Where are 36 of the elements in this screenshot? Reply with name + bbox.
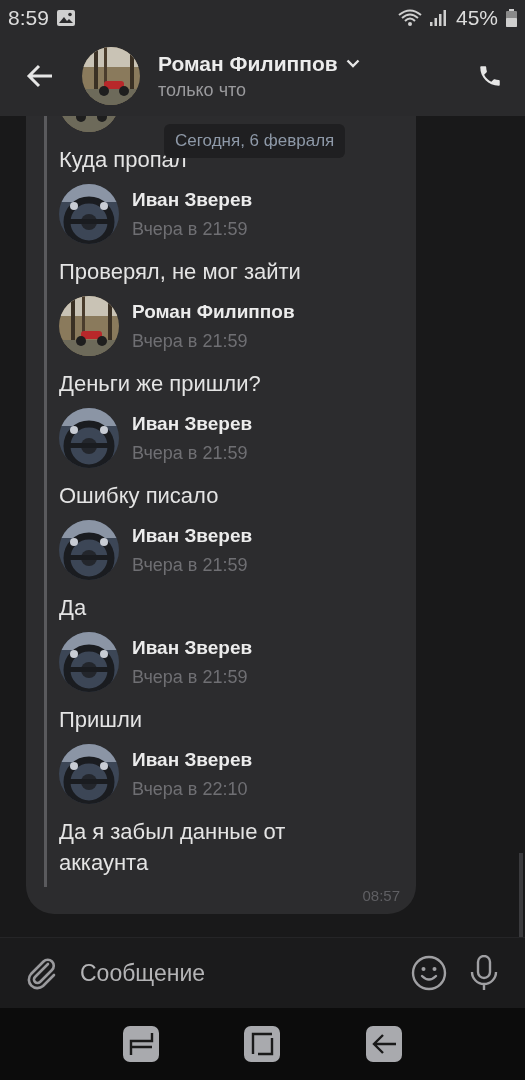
sender-name[interactable]: Иван Зверев: [132, 188, 253, 212]
sender-name[interactable]: Иван Зверев: [132, 748, 253, 772]
sender-name[interactable]: Иван Зверев: [132, 412, 253, 436]
image-icon: [56, 10, 75, 26]
recent-apps-icon[interactable]: [122, 1026, 159, 1062]
battery-icon: [506, 9, 517, 27]
message-time: Вчера в 21:59: [132, 442, 249, 464]
message-time: Вчера в 21:59: [132, 554, 249, 576]
message-input[interactable]: Сообщение: [80, 959, 389, 987]
message-text: Проверял, не мог зайти: [59, 258, 302, 286]
message-text: Пришли: [59, 706, 144, 734]
contact-status: только что: [158, 79, 248, 101]
message-time: Вчера в 21:59: [132, 666, 249, 688]
message-text: Да: [59, 594, 88, 622]
back-icon[interactable]: [26, 64, 54, 88]
contact-name[interactable]: Роман Филиппов: [158, 51, 338, 76]
message-time: Вчера в 21:59: [132, 330, 249, 352]
back-icon[interactable]: [366, 1026, 403, 1062]
sender-name[interactable]: Роман Филиппов: [132, 300, 295, 324]
microphone-icon[interactable]: [469, 955, 499, 991]
status-time: 8:59: [8, 6, 49, 30]
message-text: Деньги же пришли?: [59, 370, 262, 398]
message-text: Ошибку писало: [59, 482, 220, 510]
message-time: Вчера в 22:10: [132, 778, 249, 800]
sender-name[interactable]: Иван Зверев: [132, 636, 253, 660]
emoji-icon[interactable]: [411, 955, 447, 991]
attach-icon[interactable]: [26, 956, 58, 990]
signal-icon: [429, 10, 446, 26]
message-time: Вчера в 21:59: [132, 218, 249, 240]
home-icon[interactable]: [244, 1026, 281, 1062]
phone-icon[interactable]: [477, 63, 503, 89]
message-text: Да я забыл данные от аккаунта: [59, 818, 287, 877]
sender-name[interactable]: Иван Зверев: [132, 524, 253, 548]
wifi-icon: [397, 9, 422, 27]
chevron-down-icon[interactable]: [345, 59, 360, 68]
battery-percent: 45%: [455, 6, 498, 30]
